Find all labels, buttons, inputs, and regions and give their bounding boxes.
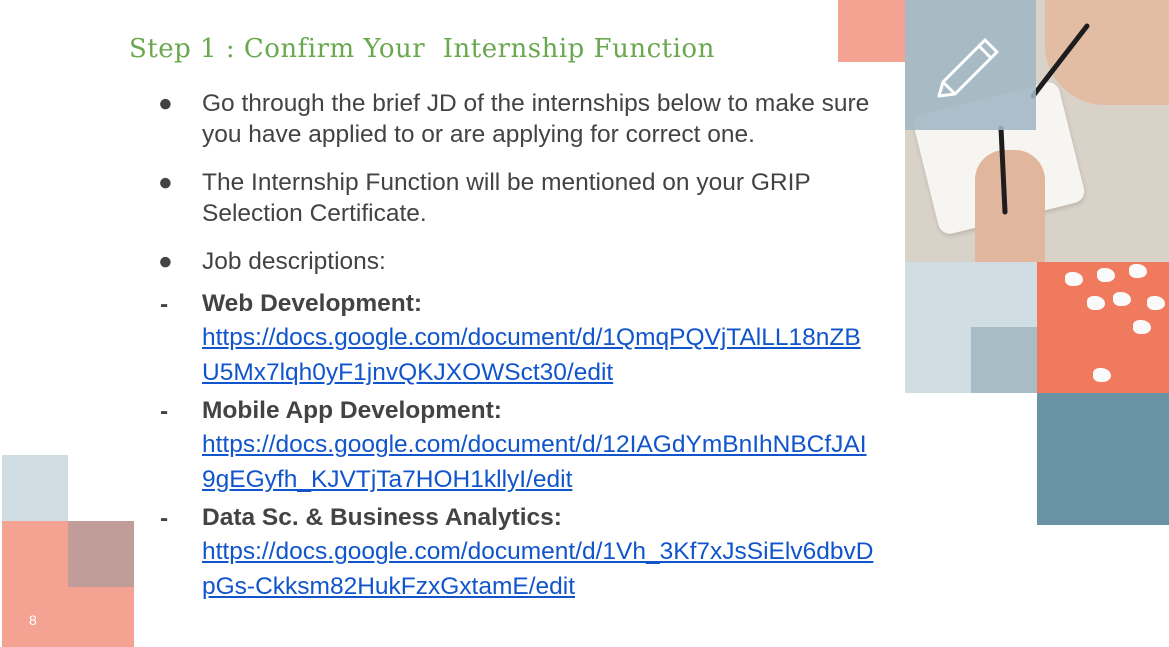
paper-ball-shape [1065, 272, 1083, 286]
steel-blue-block-right [1037, 393, 1169, 525]
bullet-marker: ● [158, 248, 173, 275]
job-description-link[interactable]: https://docs.google.com/document/d/1QmqP… [202, 320, 878, 390]
slide-title: Step 1 : Confirm Your Internship Functio… [129, 34, 715, 64]
page-number: 8 [29, 612, 37, 628]
job-item-web-development: - Web Development: https://docs.google.c… [158, 287, 878, 390]
salmon-block-top [838, 0, 905, 62]
dash-marker: - [160, 291, 169, 318]
crumpled-paper-photo [1037, 262, 1169, 393]
light-blue-block-left [2, 455, 68, 521]
pencil-icon [937, 38, 999, 98]
bullet-marker: ● [158, 90, 173, 117]
paper-ball-shape [1093, 368, 1111, 382]
paper-ball-shape [1097, 268, 1115, 282]
bullet-item: ● Job descriptions: [158, 246, 878, 277]
dash-marker: - [160, 398, 169, 425]
job-description-link[interactable]: https://docs.google.com/document/d/1Vh_3… [202, 534, 878, 604]
job-label: Mobile App Development: [202, 397, 502, 424]
pen-icon-2 [998, 126, 1008, 215]
bullet-item: ● The Internship Function will be mentio… [158, 167, 878, 229]
mauve-block-left [68, 521, 134, 587]
bullet-text: Job descriptions: [202, 248, 386, 275]
paper-ball-shape [1129, 264, 1147, 278]
bullet-list: ● Go through the brief JD of the interns… [158, 88, 878, 608]
bullet-marker: ● [158, 169, 173, 196]
dash-marker: - [160, 505, 169, 532]
job-item-mobile-app-development: - Mobile App Development: https://docs.g… [158, 394, 878, 497]
paper-ball-shape [1087, 296, 1105, 310]
job-label: Web Development: [202, 290, 423, 317]
job-description-link[interactable]: https://docs.google.com/document/d/12IAG… [202, 427, 878, 497]
bullet-text: Go through the brief JD of the internshi… [202, 90, 870, 148]
job-item-data-science: - Data Sc. & Business Analytics: https:/… [158, 501, 878, 604]
slide: 8 Step 1 : Confirm Your Internship Funct… [0, 0, 1169, 647]
paper-ball-shape [1133, 320, 1151, 334]
bullet-text: The Internship Function will be mentione… [202, 169, 811, 227]
paper-ball-shape [1113, 292, 1131, 306]
job-label: Data Sc. & Business Analytics: [202, 504, 562, 531]
mid-blue-block-right [971, 327, 1037, 393]
bullet-item: ● Go through the brief JD of the interns… [158, 88, 878, 150]
paper-ball-shape [1147, 296, 1165, 310]
